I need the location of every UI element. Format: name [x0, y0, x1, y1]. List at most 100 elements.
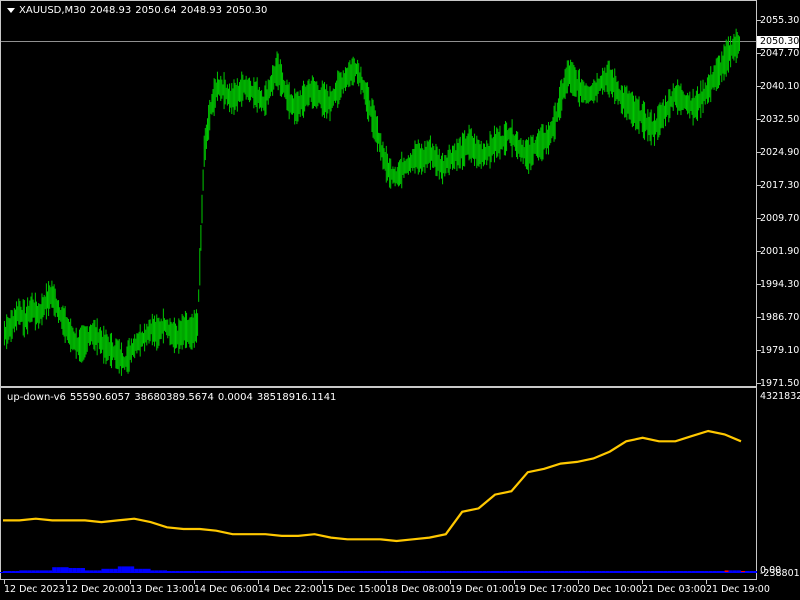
histogram-bar [134, 568, 139, 572]
histogram-bar [622, 571, 627, 572]
histogram-bar [589, 571, 594, 572]
histogram-bar [253, 571, 258, 572]
histogram-bar [724, 570, 729, 572]
histogram-bar [663, 571, 668, 572]
histogram-bar [507, 571, 512, 572]
x-axis-label: 12 Dec 20:00 [66, 584, 130, 595]
y-axis-label: 2047.70 [760, 48, 800, 59]
histogram-bar [482, 571, 487, 572]
histogram-bar [302, 571, 307, 572]
x-axis-tick [194, 580, 195, 584]
histogram-bar [597, 571, 602, 572]
histogram-bar [572, 571, 577, 572]
histogram-bar [486, 571, 491, 572]
histogram-bar [162, 570, 167, 572]
histogram-bar [421, 571, 426, 572]
histogram-bar [445, 571, 450, 572]
y-axis-label: 2055.30 [760, 15, 800, 26]
y-axis-label: 2009.70 [760, 213, 800, 224]
histogram-bar [322, 571, 327, 572]
histogram-bar [413, 571, 418, 572]
histogram-bar [474, 571, 479, 572]
histogram-bar [675, 571, 680, 572]
histogram-bar [72, 568, 77, 572]
histogram-bar [454, 571, 459, 572]
y-axis-tick [757, 317, 761, 319]
histogram-bar [150, 570, 155, 572]
histogram-bar [154, 570, 159, 572]
histogram-bar [257, 571, 262, 572]
y-axis-tick [757, 251, 761, 253]
histogram-bar [363, 571, 368, 572]
x-axis-label: 14 Dec 06:00 [194, 584, 258, 595]
histogram-bar [261, 571, 266, 572]
histogram-bar [417, 571, 422, 572]
histogram-bar [89, 570, 94, 572]
histogram-bar [7, 571, 12, 572]
histogram-bar [396, 571, 401, 572]
histogram-bar [351, 571, 356, 572]
x-axis-tick [706, 580, 707, 584]
histogram-bar [179, 571, 184, 572]
x-axis-label: 19 Dec 17:00 [514, 584, 578, 595]
histogram-bar [347, 571, 352, 572]
histogram-bar [384, 571, 389, 572]
histogram-bar [613, 571, 618, 572]
histogram-bar [499, 571, 504, 572]
x-axis-tick [4, 580, 5, 584]
histogram-bar [146, 568, 151, 572]
x-axis-label: 19 Dec 01:00 [450, 584, 514, 595]
y-axis-label: 1971.50 [760, 378, 800, 389]
histogram-bar [515, 571, 520, 572]
current-price-badge: 2050.30 [757, 36, 799, 48]
y-axis-tick [757, 284, 761, 286]
histogram-bar [191, 571, 196, 572]
histogram-bar [232, 571, 237, 572]
histogram-bar [728, 570, 733, 572]
histogram-bar [343, 571, 348, 572]
histogram-bar [212, 571, 217, 572]
histogram-bar [208, 571, 213, 572]
histogram-bar [642, 571, 647, 572]
histogram-bar [27, 570, 32, 572]
x-axis-label: 12 Dec 2023 [4, 584, 65, 595]
histogram-bar [691, 571, 696, 572]
histogram-bar [158, 570, 163, 572]
x-axis-label: 18 Dec 08:00 [386, 584, 450, 595]
histogram-bar [527, 571, 532, 572]
histogram-bar [290, 571, 295, 572]
x-axis-tick [322, 580, 323, 584]
histogram-bar [39, 570, 44, 572]
x-axis-label: 21 Dec 19:00 [706, 584, 770, 595]
histogram-bar [80, 568, 85, 572]
histogram-bar [126, 566, 131, 572]
histogram-bar [306, 571, 311, 572]
histogram-bar [556, 571, 561, 572]
histogram-bar [355, 571, 360, 572]
histogram-bar [331, 571, 336, 572]
histogram-bar [93, 570, 98, 572]
histogram-bar [618, 571, 623, 572]
histogram-bar [3, 571, 8, 572]
histogram-bar [388, 571, 393, 572]
histogram-bar [458, 571, 463, 572]
histogram-bar [478, 571, 483, 572]
y-axis-tick [757, 217, 761, 219]
y-axis-tick [757, 383, 761, 384]
histogram-bar [650, 571, 655, 572]
histogram-bar [609, 571, 614, 572]
histogram-bar [700, 571, 705, 572]
histogram-bar [716, 571, 721, 572]
histogram-bar [367, 571, 372, 572]
histogram-bar [372, 571, 377, 572]
histogram-bar [429, 571, 434, 572]
y-axis-label: 2024.90 [760, 147, 800, 158]
histogram-bar [167, 571, 172, 572]
histogram-bar [552, 571, 557, 572]
histogram-bar [745, 571, 750, 572]
histogram-bar [408, 571, 413, 572]
y-axis-tick [757, 85, 761, 87]
histogram-bar [220, 571, 225, 572]
histogram-bar [48, 570, 53, 572]
y-axis-label: 2001.90 [760, 246, 800, 257]
